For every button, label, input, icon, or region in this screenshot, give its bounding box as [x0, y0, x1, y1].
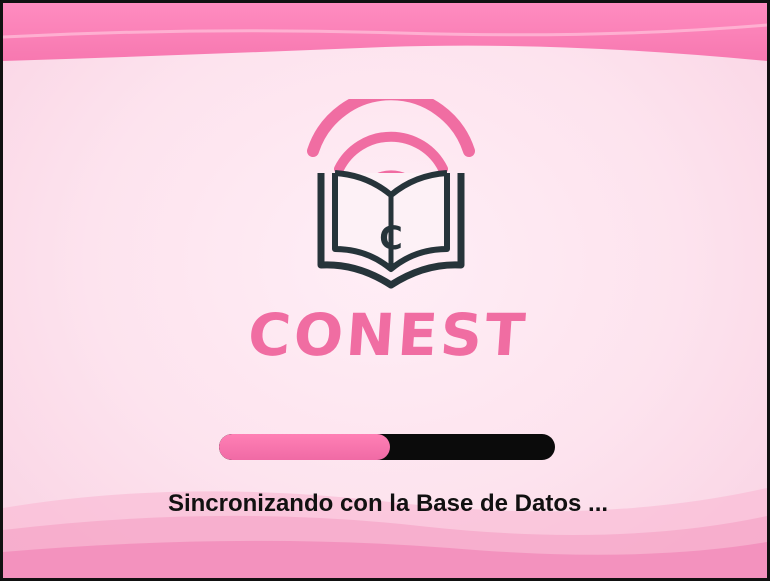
status-message: Sincronizando con la Base de Datos ...: [167, 490, 609, 517]
brand-name: CONEST: [245, 301, 531, 369]
progress-fill: [219, 434, 391, 460]
bottom-decorative-waves: [3, 488, 767, 578]
logo-letter: C: [379, 219, 402, 257]
splash-screen: C CONEST Sincronizando con la Base de Da…: [0, 0, 770, 581]
top-decorative-band: [3, 3, 767, 61]
open-book-wifi-icon: C: [307, 99, 475, 289]
progress-bar: [219, 434, 555, 460]
